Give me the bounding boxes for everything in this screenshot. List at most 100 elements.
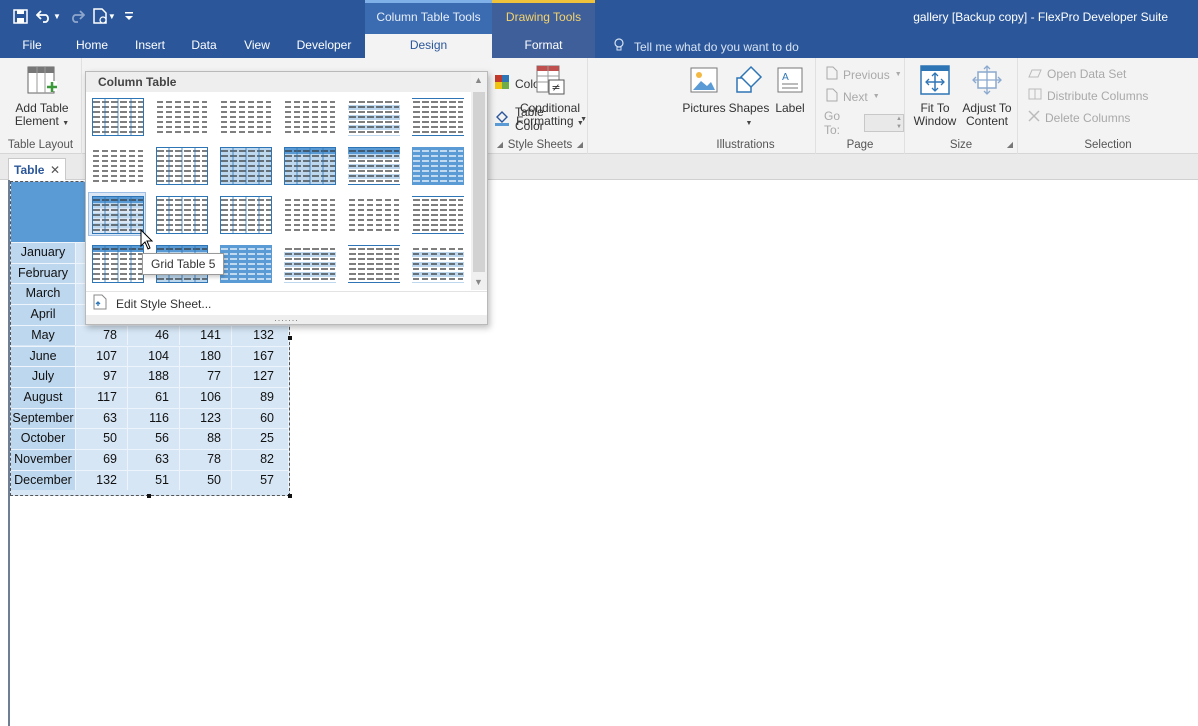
- table-style-swatch[interactable]: [280, 94, 338, 138]
- previous-page-button[interactable]: Previous ▼: [826, 66, 902, 83]
- next-page-button[interactable]: Next ▼: [826, 88, 880, 105]
- tab-design[interactable]: Design: [365, 34, 492, 58]
- tell-me-search[interactable]: Tell me what do you want to do: [614, 38, 799, 55]
- document-tab[interactable]: Table ✕: [8, 158, 66, 180]
- new-document-icon[interactable]: ▼: [90, 5, 119, 27]
- table-style-swatch[interactable]: [152, 94, 210, 138]
- table-style-swatch[interactable]: [344, 192, 402, 236]
- tab-format[interactable]: Format: [492, 34, 595, 58]
- month-cell: April: [11, 305, 76, 325]
- table-row[interactable]: October 50 56 88 25: [11, 428, 289, 449]
- table-style-swatch[interactable]: [88, 94, 146, 138]
- paint-bucket-icon: [494, 110, 510, 129]
- label-button[interactable]: A Label: [772, 64, 808, 115]
- tab-data[interactable]: Data: [185, 34, 223, 58]
- spinner-icon[interactable]: ▲ ▼: [896, 115, 902, 131]
- distribute-columns-button[interactable]: Distribute Columns: [1028, 88, 1148, 103]
- resize-handle[interactable]: [147, 494, 151, 498]
- table-style-swatch[interactable]: [280, 192, 338, 236]
- open-data-set-label: Open Data Set: [1047, 66, 1127, 81]
- table-row[interactable]: September 63 116 123 60: [11, 407, 289, 429]
- add-table-element-button[interactable]: Add Table Element ▼: [8, 64, 76, 130]
- tab-developer[interactable]: Developer: [290, 34, 358, 58]
- group-label: Illustrations: [716, 139, 775, 151]
- table-style-swatch[interactable]: [216, 143, 274, 187]
- table-style-swatch[interactable]: [344, 143, 402, 187]
- table-style-swatch[interactable]: [408, 143, 466, 187]
- table-style-preview-icon: [220, 196, 272, 234]
- tab-view[interactable]: View: [238, 34, 276, 58]
- dialog-launcher-icon[interactable]: ◢: [1007, 140, 1013, 149]
- goto-input[interactable]: ▲ ▼: [864, 114, 904, 132]
- customize-icon[interactable]: [121, 5, 137, 27]
- table-style-swatch[interactable]: [216, 241, 274, 285]
- table-row[interactable]: August 117 61 106 89: [11, 386, 289, 408]
- adjust-to-content-button[interactable]: Adjust To Content: [959, 64, 1015, 128]
- edit-style-sheet-button[interactable]: Edit Style Sheet...: [92, 294, 211, 313]
- tab-home[interactable]: Home: [70, 34, 114, 58]
- tab-file[interactable]: File: [13, 34, 51, 58]
- table-style-swatch[interactable]: [152, 143, 210, 187]
- table-style-swatch[interactable]: [216, 94, 274, 138]
- value-cell: 61: [128, 387, 180, 408]
- scroll-up-icon[interactable]: ▲: [474, 75, 483, 85]
- scrollbar-thumb[interactable]: [473, 92, 485, 272]
- table-row[interactable]: May 78 46 141 132: [11, 324, 289, 346]
- add-table-label: Add Table: [15, 101, 69, 115]
- selection-group: Open Data Set Distribute Columns Delete …: [1018, 58, 1198, 154]
- delete-columns-button[interactable]: Delete Columns: [1028, 110, 1130, 125]
- table-style-swatch[interactable]: [280, 143, 338, 187]
- shapes-button[interactable]: Shapes ▼: [728, 64, 770, 130]
- resize-handle[interactable]: [288, 336, 292, 340]
- table-style-swatch[interactable]: [280, 241, 338, 285]
- value-cell: 132: [232, 325, 289, 346]
- tab-insert[interactable]: Insert: [128, 34, 172, 58]
- undo-icon[interactable]: ▼: [33, 5, 64, 27]
- fit-to-window-button[interactable]: Fit To Window: [911, 64, 959, 128]
- group-label: Style Sheets: [507, 139, 573, 151]
- table-style-swatch[interactable]: [88, 192, 146, 236]
- table-style-swatch[interactable]: [344, 241, 402, 285]
- label-label: Label: [775, 101, 805, 115]
- table-style-swatch[interactable]: [152, 192, 210, 236]
- table-style-preview-icon: [284, 147, 336, 185]
- dialog-launcher-icon[interactable]: ◢: [497, 140, 503, 149]
- gallery-scrollbar[interactable]: ▲ ▼: [471, 72, 487, 290]
- conditional-formatting-button[interactable]: ≠ Conditional Formatting ▼: [514, 64, 586, 130]
- table-style-swatch[interactable]: [88, 143, 146, 187]
- open-data-set-button[interactable]: Open Data Set: [1028, 66, 1126, 81]
- value-cell: 104: [128, 346, 180, 367]
- table-row[interactable]: December 132 51 50 57: [11, 469, 289, 491]
- table-style-swatch[interactable]: [88, 241, 146, 285]
- table-row[interactable]: July 97 188 77 127: [11, 366, 289, 387]
- chevron-down-icon[interactable]: ▼: [53, 12, 61, 21]
- table-style-swatch[interactable]: [408, 192, 466, 236]
- table-row[interactable]: June 107 104 180 167: [11, 345, 289, 367]
- group-label: Size: [949, 139, 973, 151]
- redo-icon[interactable]: [66, 5, 88, 27]
- close-icon[interactable]: ✕: [50, 163, 60, 177]
- save-icon[interactable]: [10, 5, 31, 27]
- scroll-down-icon[interactable]: ▼: [474, 277, 483, 287]
- value-cell: 123: [180, 408, 232, 429]
- table-style-preview-icon: [221, 101, 271, 133]
- table-style-preview-icon: [156, 196, 208, 234]
- label-icon: A: [774, 64, 806, 98]
- chevron-down-icon[interactable]: ▼: [108, 12, 116, 21]
- resize-grip[interactable]: .......: [86, 314, 487, 324]
- table-style-swatch[interactable]: [344, 94, 402, 138]
- table-style-swatch[interactable]: [408, 241, 466, 285]
- previous-page-icon: [826, 66, 838, 83]
- value-cell: 69: [76, 450, 128, 470]
- pictures-button[interactable]: Pictures: [682, 64, 726, 115]
- month-cell: March: [11, 284, 76, 305]
- value-cell: 57: [232, 470, 289, 491]
- table-style-swatch[interactable]: [216, 192, 274, 236]
- table-style-swatch[interactable]: [408, 94, 466, 138]
- month-cell: December: [11, 470, 76, 491]
- drawing-tools-header: Drawing Tools: [492, 0, 595, 34]
- dialog-launcher-icon[interactable]: ◢: [577, 140, 583, 149]
- table-row[interactable]: November 69 63 78 82: [11, 449, 289, 470]
- resize-handle[interactable]: [288, 494, 292, 498]
- group-label: Selection: [1084, 139, 1132, 151]
